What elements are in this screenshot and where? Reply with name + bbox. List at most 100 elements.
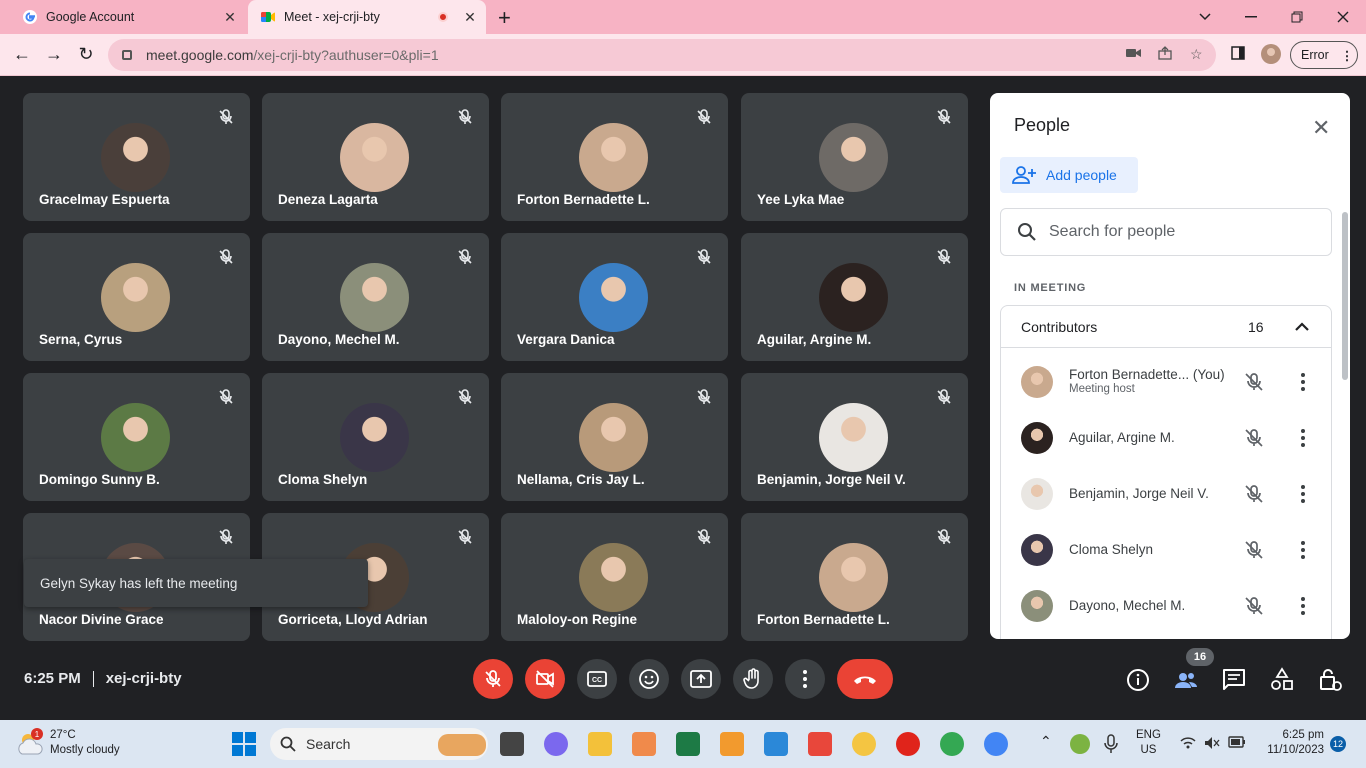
participant-row[interactable]: Forton Bernadette... (You) Meeting host	[1001, 354, 1331, 410]
opera-icon[interactable]	[896, 732, 920, 756]
participant-row[interactable]: Benjamin, Jorge Neil V.	[1001, 466, 1331, 522]
participant-tile[interactable]: Gracelmay Espuerta	[23, 93, 250, 221]
mic-off-icon[interactable]	[1243, 595, 1265, 617]
vscode-icon[interactable]	[764, 732, 788, 756]
mic-off-icon[interactable]	[1243, 427, 1265, 449]
activities-icon[interactable]	[1269, 667, 1295, 693]
clock[interactable]: 6:25 pm 11/10/2023	[1260, 728, 1324, 758]
participant-tile[interactable]: Aguilar, Argine M.	[741, 233, 968, 361]
captions-button[interactable]: CC	[577, 659, 617, 699]
chrome-profile-icon[interactable]	[984, 732, 1008, 756]
participant-tile[interactable]: Forton Bernadette L.	[501, 93, 728, 221]
restore-icon[interactable]	[1274, 0, 1320, 34]
mic-off-icon	[219, 249, 233, 264]
add-people-label: Add people	[1046, 167, 1117, 183]
notification-badge[interactable]: 12	[1330, 736, 1346, 752]
back-icon[interactable]: ←	[10, 44, 34, 65]
chat-icon[interactable]	[1221, 667, 1247, 693]
tray-app-icon[interactable]	[1070, 734, 1090, 754]
tab-google-account[interactable]: Google Account ✕	[8, 0, 246, 34]
add-people-button[interactable]: Add people	[1000, 157, 1138, 193]
avatar	[101, 123, 170, 192]
volume-muted-icon[interactable]	[1204, 736, 1220, 755]
mic-off-icon[interactable]	[1243, 483, 1265, 505]
profile-error-button[interactable]: Error ⋮	[1290, 41, 1358, 69]
search-placeholder: Search for people	[1049, 223, 1176, 240]
participant-row[interactable]: Dayono, Mechel M.	[1001, 578, 1331, 634]
participant-row[interactable]: Aguilar, Argine M.	[1001, 410, 1331, 466]
side-panel-icon[interactable]	[1231, 46, 1245, 63]
participant-tile[interactable]: Forton Bernadette L.	[741, 513, 968, 641]
search-people-input[interactable]: Search for people	[1000, 208, 1332, 256]
file-explorer-icon[interactable]	[588, 732, 612, 756]
excel-icon[interactable]	[676, 732, 700, 756]
participant-tile[interactable]: Vergara Danica	[501, 233, 728, 361]
participant-name: Forton Bernadette... (You)	[1069, 367, 1225, 382]
norton-icon[interactable]	[852, 732, 876, 756]
participant-tile[interactable]: Serna, Cyrus	[23, 233, 250, 361]
participant-row[interactable]: Cloma Shelyn	[1001, 522, 1331, 578]
battery-icon[interactable]	[1228, 736, 1246, 753]
meeting-info: 6:25 PM xej-crji-bty	[24, 670, 182, 688]
share-icon[interactable]	[1158, 46, 1174, 63]
people-icon[interactable]	[1173, 667, 1199, 693]
panel-scrollbar[interactable]	[1342, 212, 1348, 380]
more-options-button[interactable]	[785, 659, 825, 699]
task-view-icon[interactable]	[500, 732, 524, 756]
videocam-off-icon	[536, 670, 554, 688]
close-window-icon[interactable]	[1320, 0, 1366, 34]
present-button[interactable]	[681, 659, 721, 699]
contributors-header[interactable]: Contributors 16	[1001, 306, 1331, 348]
reload-icon[interactable]: ↻	[74, 44, 98, 65]
participant-tile[interactable]: Benjamin, Jorge Neil V.	[741, 373, 968, 501]
host-controls-icon[interactable]	[1317, 667, 1343, 693]
windows-start-icon[interactable]	[232, 732, 256, 756]
address-bar[interactable]: meet.google.com/xej-crji-bty?authuser=0&…	[108, 39, 1216, 71]
close-panel-icon[interactable]: ✕	[1312, 115, 1330, 141]
camera-icon[interactable]	[1126, 46, 1142, 62]
more-vert-icon[interactable]	[1301, 428, 1305, 448]
participant-name: Dayono, Mechel M.	[278, 332, 400, 347]
teams-chat-icon[interactable]	[544, 732, 568, 756]
participant-tile[interactable]: Maloloy-on Regine	[501, 513, 728, 641]
reactions-button[interactable]	[629, 659, 669, 699]
close-tab-icon[interactable]: ✕	[220, 9, 240, 26]
participant-tile[interactable]: Dayono, Mechel M.	[262, 233, 489, 361]
sublime-icon[interactable]	[720, 732, 744, 756]
tab-search-icon[interactable]	[1182, 0, 1228, 34]
forward-icon[interactable]: →	[42, 44, 66, 65]
wifi-icon[interactable]	[1180, 736, 1196, 755]
toggle-mic-button[interactable]	[473, 659, 513, 699]
language-indicator[interactable]: ENG US	[1136, 728, 1161, 758]
mic-off-icon[interactable]	[1243, 371, 1265, 393]
present-screen-icon	[690, 670, 712, 688]
bookmark-star-icon[interactable]: ☆	[1190, 46, 1203, 63]
profile-avatar[interactable]	[1260, 43, 1282, 68]
tab-meet[interactable]: Meet - xej-crji-bty ✕	[248, 0, 486, 34]
more-vert-icon[interactable]	[1301, 596, 1305, 616]
leave-call-button[interactable]	[837, 659, 893, 699]
participant-tile[interactable]: Domingo Sunny B.	[23, 373, 250, 501]
mic-off-icon[interactable]	[1243, 539, 1265, 561]
weather-widget[interactable]: 1	[16, 728, 46, 763]
microphone-icon[interactable]	[1102, 734, 1120, 754]
new-tab-icon[interactable]: +	[498, 5, 511, 31]
raise-hand-button[interactable]	[733, 659, 773, 699]
minimize-icon[interactable]	[1228, 0, 1274, 34]
wps-office-icon[interactable]	[808, 732, 832, 756]
participant-name: Domingo Sunny B.	[39, 472, 160, 487]
toggle-camera-button[interactable]	[525, 659, 565, 699]
meeting-details-icon[interactable]	[1125, 667, 1151, 693]
more-vert-icon[interactable]	[1301, 372, 1305, 392]
close-tab-icon[interactable]: ✕	[460, 9, 480, 26]
xampp-icon[interactable]	[632, 732, 656, 756]
svg-text:CC: CC	[592, 677, 602, 684]
more-vert-icon[interactable]	[1301, 540, 1305, 560]
participant-tile[interactable]: Deneza Lagarta	[262, 93, 489, 221]
participant-tile[interactable]: Nellama, Cris Jay L.	[501, 373, 728, 501]
participant-tile[interactable]: Cloma Shelyn	[262, 373, 489, 501]
chrome-icon[interactable]	[940, 732, 964, 756]
participant-tile[interactable]: Yee Lyka Mae	[741, 93, 968, 221]
chevron-up-icon[interactable]: ⌃	[1040, 734, 1052, 749]
more-vert-icon[interactable]	[1301, 484, 1305, 504]
